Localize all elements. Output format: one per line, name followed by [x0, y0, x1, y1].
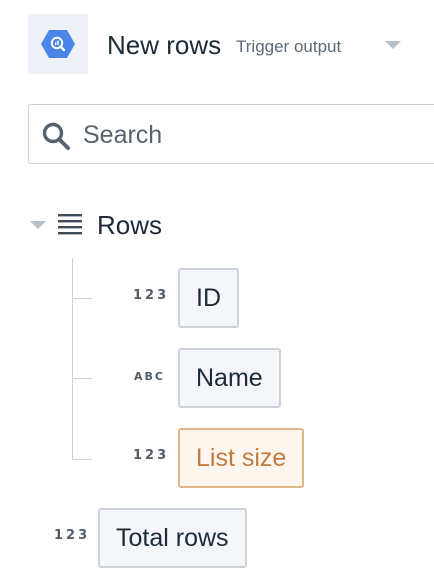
- rows-collapse-toggle[interactable]: [29, 218, 47, 230]
- number-type-label: 123: [54, 528, 91, 543]
- rows-group-label[interactable]: Rows: [97, 209, 162, 241]
- list-icon: [58, 214, 82, 235]
- datapill-total-rows[interactable]: Total rows: [98, 508, 247, 568]
- caret-down-icon: [30, 221, 46, 229]
- text-type-label: ABC: [134, 370, 165, 383]
- datapill-name[interactable]: Name: [178, 348, 281, 408]
- header-dropdown-button[interactable]: [383, 38, 403, 52]
- datapill-panel: New rows Trigger output Rows 123 ID ABC …: [0, 0, 434, 584]
- app-icon-tile: [28, 14, 88, 74]
- search-icon: [42, 122, 70, 150]
- tree-branch-line: [72, 378, 92, 379]
- tree-branch-line: [72, 298, 92, 299]
- number-type-label: 123: [133, 448, 170, 463]
- number-type-label: 123: [133, 288, 170, 303]
- search-box[interactable]: [28, 104, 434, 164]
- tree-branch-line: [72, 459, 92, 460]
- google-bigquery-icon: [41, 30, 75, 58]
- search-input[interactable]: [83, 115, 423, 155]
- datapill-id[interactable]: ID: [178, 268, 239, 328]
- caret-down-icon: [385, 41, 401, 49]
- page-subtitle: Trigger output: [236, 37, 342, 56]
- page-title: New rows: [107, 30, 222, 60]
- tree-connector-line: [72, 258, 73, 460]
- datapill-list-size[interactable]: List size: [178, 428, 305, 488]
